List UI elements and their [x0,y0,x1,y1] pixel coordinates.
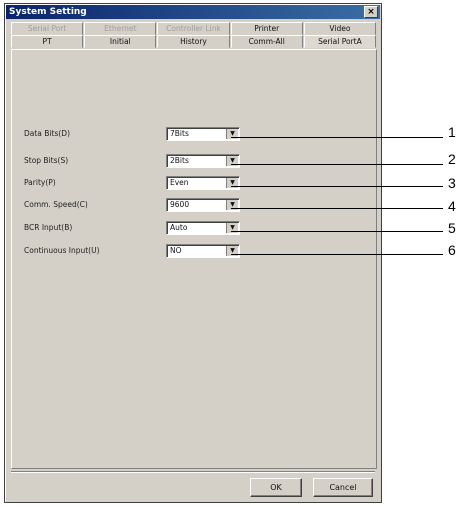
setting-row-parity: Parity(P) Even ▼ [12,176,376,190]
callout-line-5 [231,231,443,232]
window-title: System Setting [9,7,87,17]
callout-line-6 [231,254,443,255]
tab-printer[interactable]: Printer [230,22,303,35]
tab-row-back: Serial Port Ethernet Controller Link Pri… [11,22,377,35]
callout-line-4 [231,208,443,209]
data-bits-label: Data Bits(D) [24,129,70,138]
tab-video[interactable]: Video [303,22,377,35]
bcr-input-select[interactable]: Auto ▼ [166,221,240,235]
continuous-input-select[interactable]: NO ▼ [166,244,240,258]
callout-number-1: 1 [448,124,456,140]
callout-line-1 [231,137,443,138]
callout-number-3: 3 [448,175,456,191]
tab-initial[interactable]: Initial [84,35,157,48]
callout-line-2 [231,164,443,165]
comm-speed-value: 9600 [170,200,190,209]
stop-bits-value: 2Bits [170,156,189,165]
callout-number-5: 5 [448,220,456,236]
setting-row-bcr-input: BCR Input(B) Auto ▼ [12,221,376,235]
comm-speed-label: Comm. Speed(C) [24,200,88,209]
tab-history[interactable]: History [157,35,230,48]
continuous-input-label: Continuous Input(U) [24,246,100,255]
tab-controller-link: Controller Link [157,22,230,35]
setting-row-stop-bits: Stop Bits(S) 2Bits ▼ [12,154,376,168]
tab-ethernet: Ethernet [84,22,157,35]
bcr-input-value: Auto [170,223,188,232]
cancel-button[interactable]: Cancel [313,478,373,497]
tab-comm-all[interactable]: Comm-All [230,35,303,48]
setting-row-data-bits: Data Bits(D) 7Bits ▼ [12,127,376,141]
close-button[interactable]: × [364,6,378,18]
ok-button[interactable]: OK [250,478,302,497]
callout-number-6: 6 [448,242,456,258]
stop-bits-select[interactable]: 2Bits ▼ [166,154,240,168]
serial-porta-panel: Data Bits(D) 7Bits ▼ Stop Bits(S) 2Bits … [11,49,377,469]
parity-value: Even [170,178,189,187]
bcr-input-label: BCR Input(B) [24,223,73,232]
title-bar[interactable]: System Setting × [6,5,380,19]
button-separator [11,471,375,473]
tab-serial-port: Serial Port [11,22,84,35]
tab-pt[interactable]: PT [11,35,84,48]
system-setting-dialog: System Setting × Serial Port Ethernet Co… [4,3,382,503]
callout-line-3 [231,186,443,187]
comm-speed-select[interactable]: 9600 ▼ [166,198,240,212]
parity-select[interactable]: Even ▼ [166,176,240,190]
continuous-input-value: NO [170,246,182,255]
data-bits-value: 7Bits [170,129,189,138]
callout-number-4: 4 [448,198,456,214]
callout-number-2: 2 [448,151,456,167]
data-bits-select[interactable]: 7Bits ▼ [166,127,240,141]
tab-row-front: PT Initial History Comm-All Serial PortA [11,35,377,48]
stop-bits-label: Stop Bits(S) [24,156,69,165]
parity-label: Parity(P) [24,178,56,187]
setting-row-comm-speed: Comm. Speed(C) 9600 ▼ [12,198,376,212]
tab-serial-porta[interactable]: Serial PortA [303,35,377,48]
setting-row-continuous-input: Continuous Input(U) NO ▼ [12,244,376,258]
